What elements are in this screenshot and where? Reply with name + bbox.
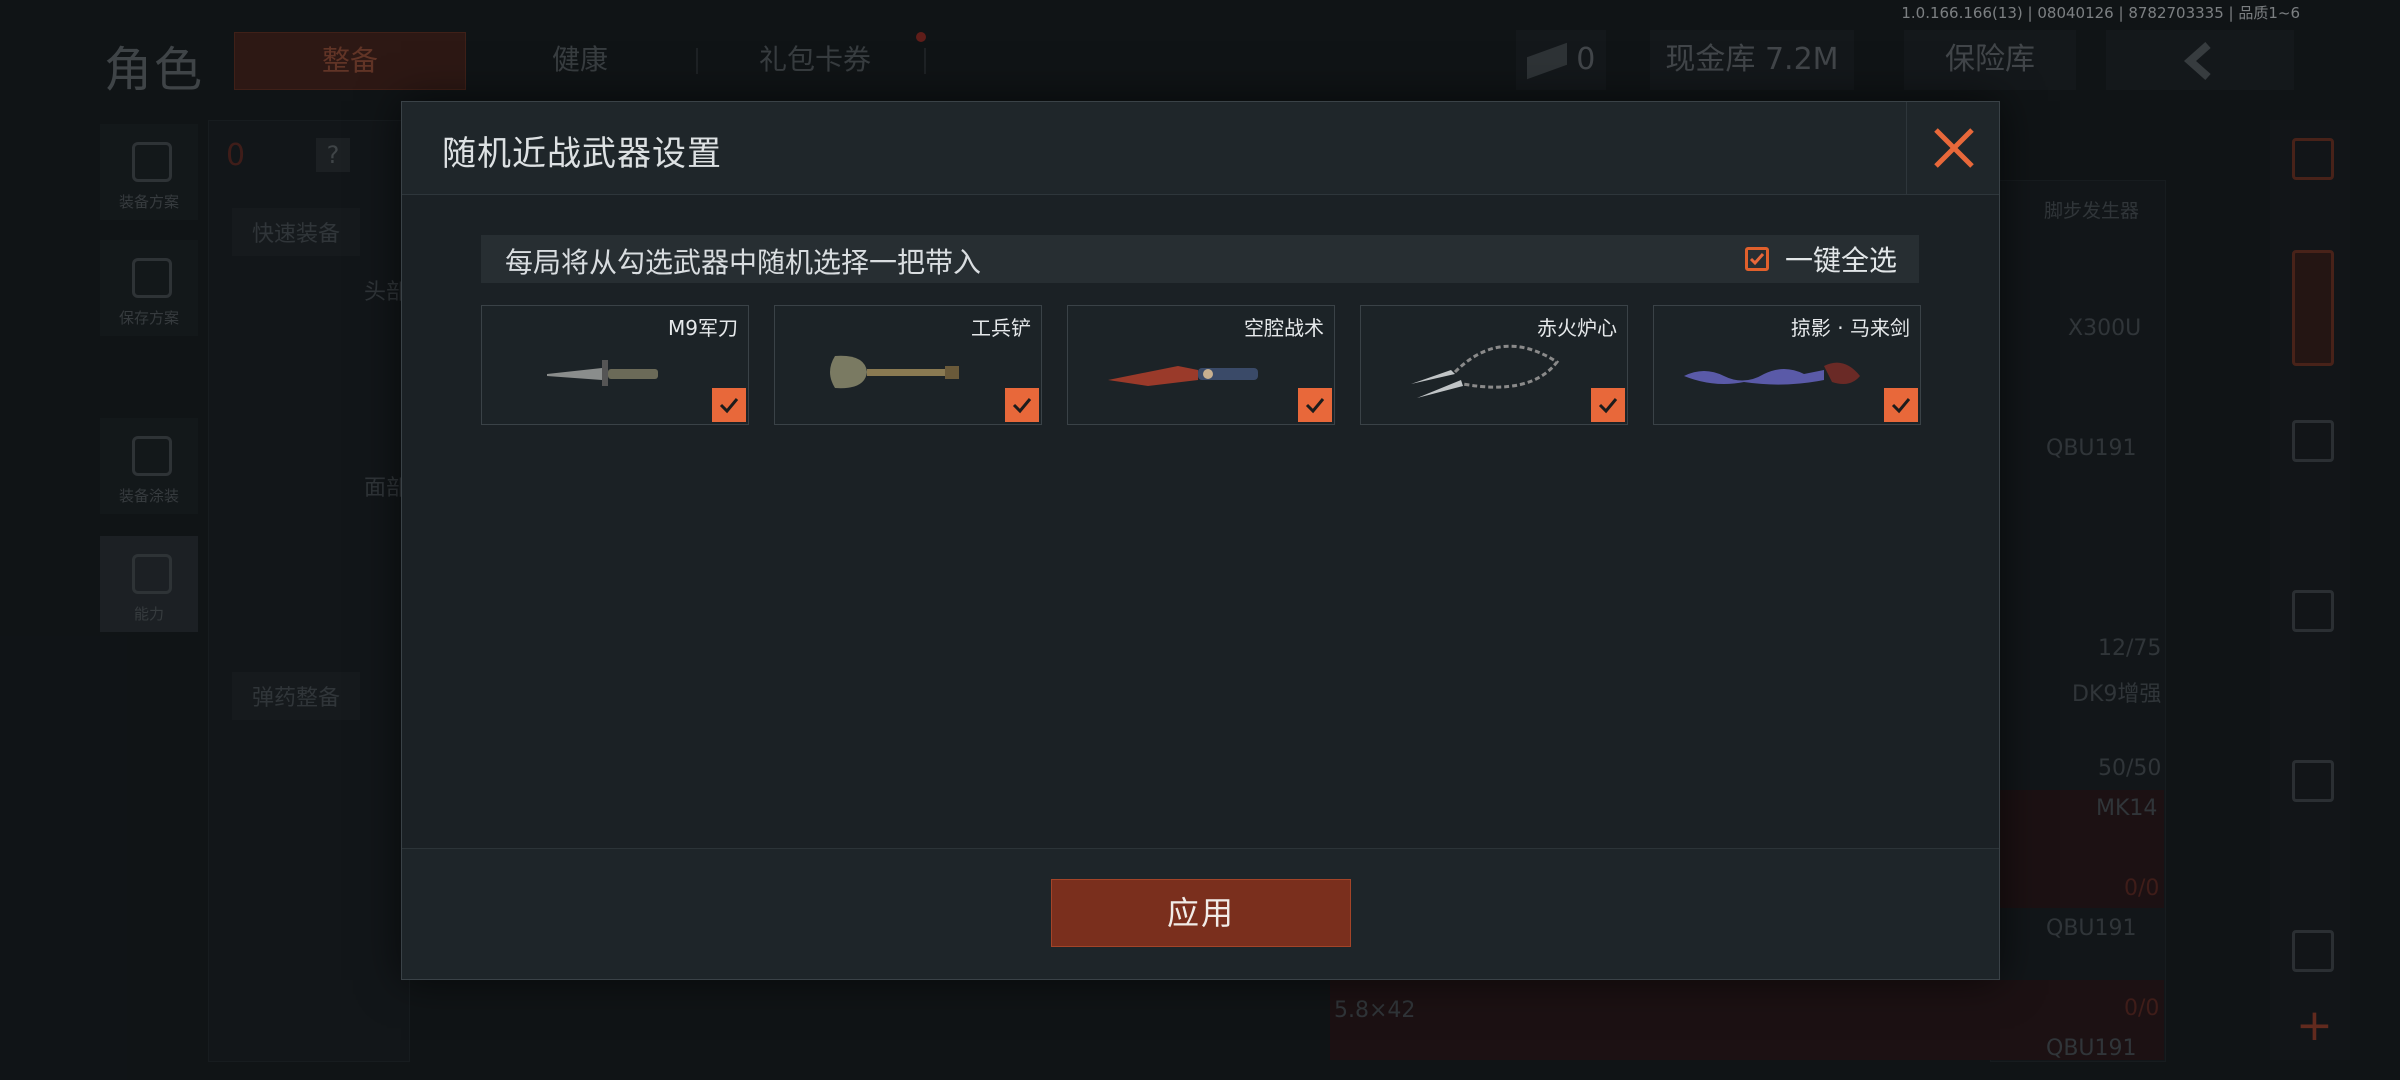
dialog-header: 随机近战武器设置: [402, 102, 1999, 195]
apply-button[interactable]: 应用: [1051, 879, 1351, 947]
shovel-icon: [830, 355, 959, 389]
weapon-checkbox[interactable]: [1298, 388, 1332, 422]
close-icon: [1934, 128, 1974, 168]
check-icon: [719, 398, 739, 414]
kunai-pair-icon: [1411, 344, 1560, 398]
weapon-card[interactable]: 赤火炉心: [1360, 305, 1628, 425]
weapon-checkbox[interactable]: [1005, 388, 1039, 422]
dialog-title: 随机近战武器设置: [442, 134, 722, 174]
weapon-card[interactable]: 掠影 · 马来剑: [1653, 305, 1921, 425]
weapon-checkbox[interactable]: [712, 388, 746, 422]
weapon-checkbox[interactable]: [1884, 388, 1918, 422]
info-text: 每局将从勾选武器中随机选择一把带入: [505, 246, 982, 279]
select-all-toggle[interactable]: 一键全选: [1744, 239, 1897, 279]
check-icon: [1012, 398, 1032, 414]
select-all-checkbox[interactable]: [1744, 247, 1769, 271]
dialog-footer: 应用: [402, 848, 1999, 979]
weapon-card[interactable]: 工兵铲: [774, 305, 1042, 425]
check-icon: [1891, 398, 1911, 414]
random-melee-dialog: 随机近战武器设置 每局将从勾选武器中随机选择一把带入 一键全选 M9军刀 工兵铲…: [401, 101, 2000, 980]
check-icon: [1305, 398, 1325, 414]
weapon-card[interactable]: 空腔战术: [1067, 305, 1335, 425]
tactical-knife-icon: [1108, 366, 1258, 386]
check-icon: [1749, 253, 1765, 266]
select-all-label: 一键全选: [1784, 244, 1897, 277]
kris-sword-icon: [1684, 362, 1860, 385]
weapon-list: M9军刀 工兵铲 空腔战术 赤火炉心 掠影 · 马来剑: [481, 305, 1921, 425]
weapon-card[interactable]: M9军刀: [481, 305, 749, 425]
combat-knife-icon: [547, 360, 658, 386]
close-button[interactable]: [1906, 102, 1999, 194]
weapon-checkbox[interactable]: [1591, 388, 1625, 422]
check-icon: [1598, 398, 1618, 414]
info-bar: 每局将从勾选武器中随机选择一把带入 一键全选: [481, 235, 1919, 283]
